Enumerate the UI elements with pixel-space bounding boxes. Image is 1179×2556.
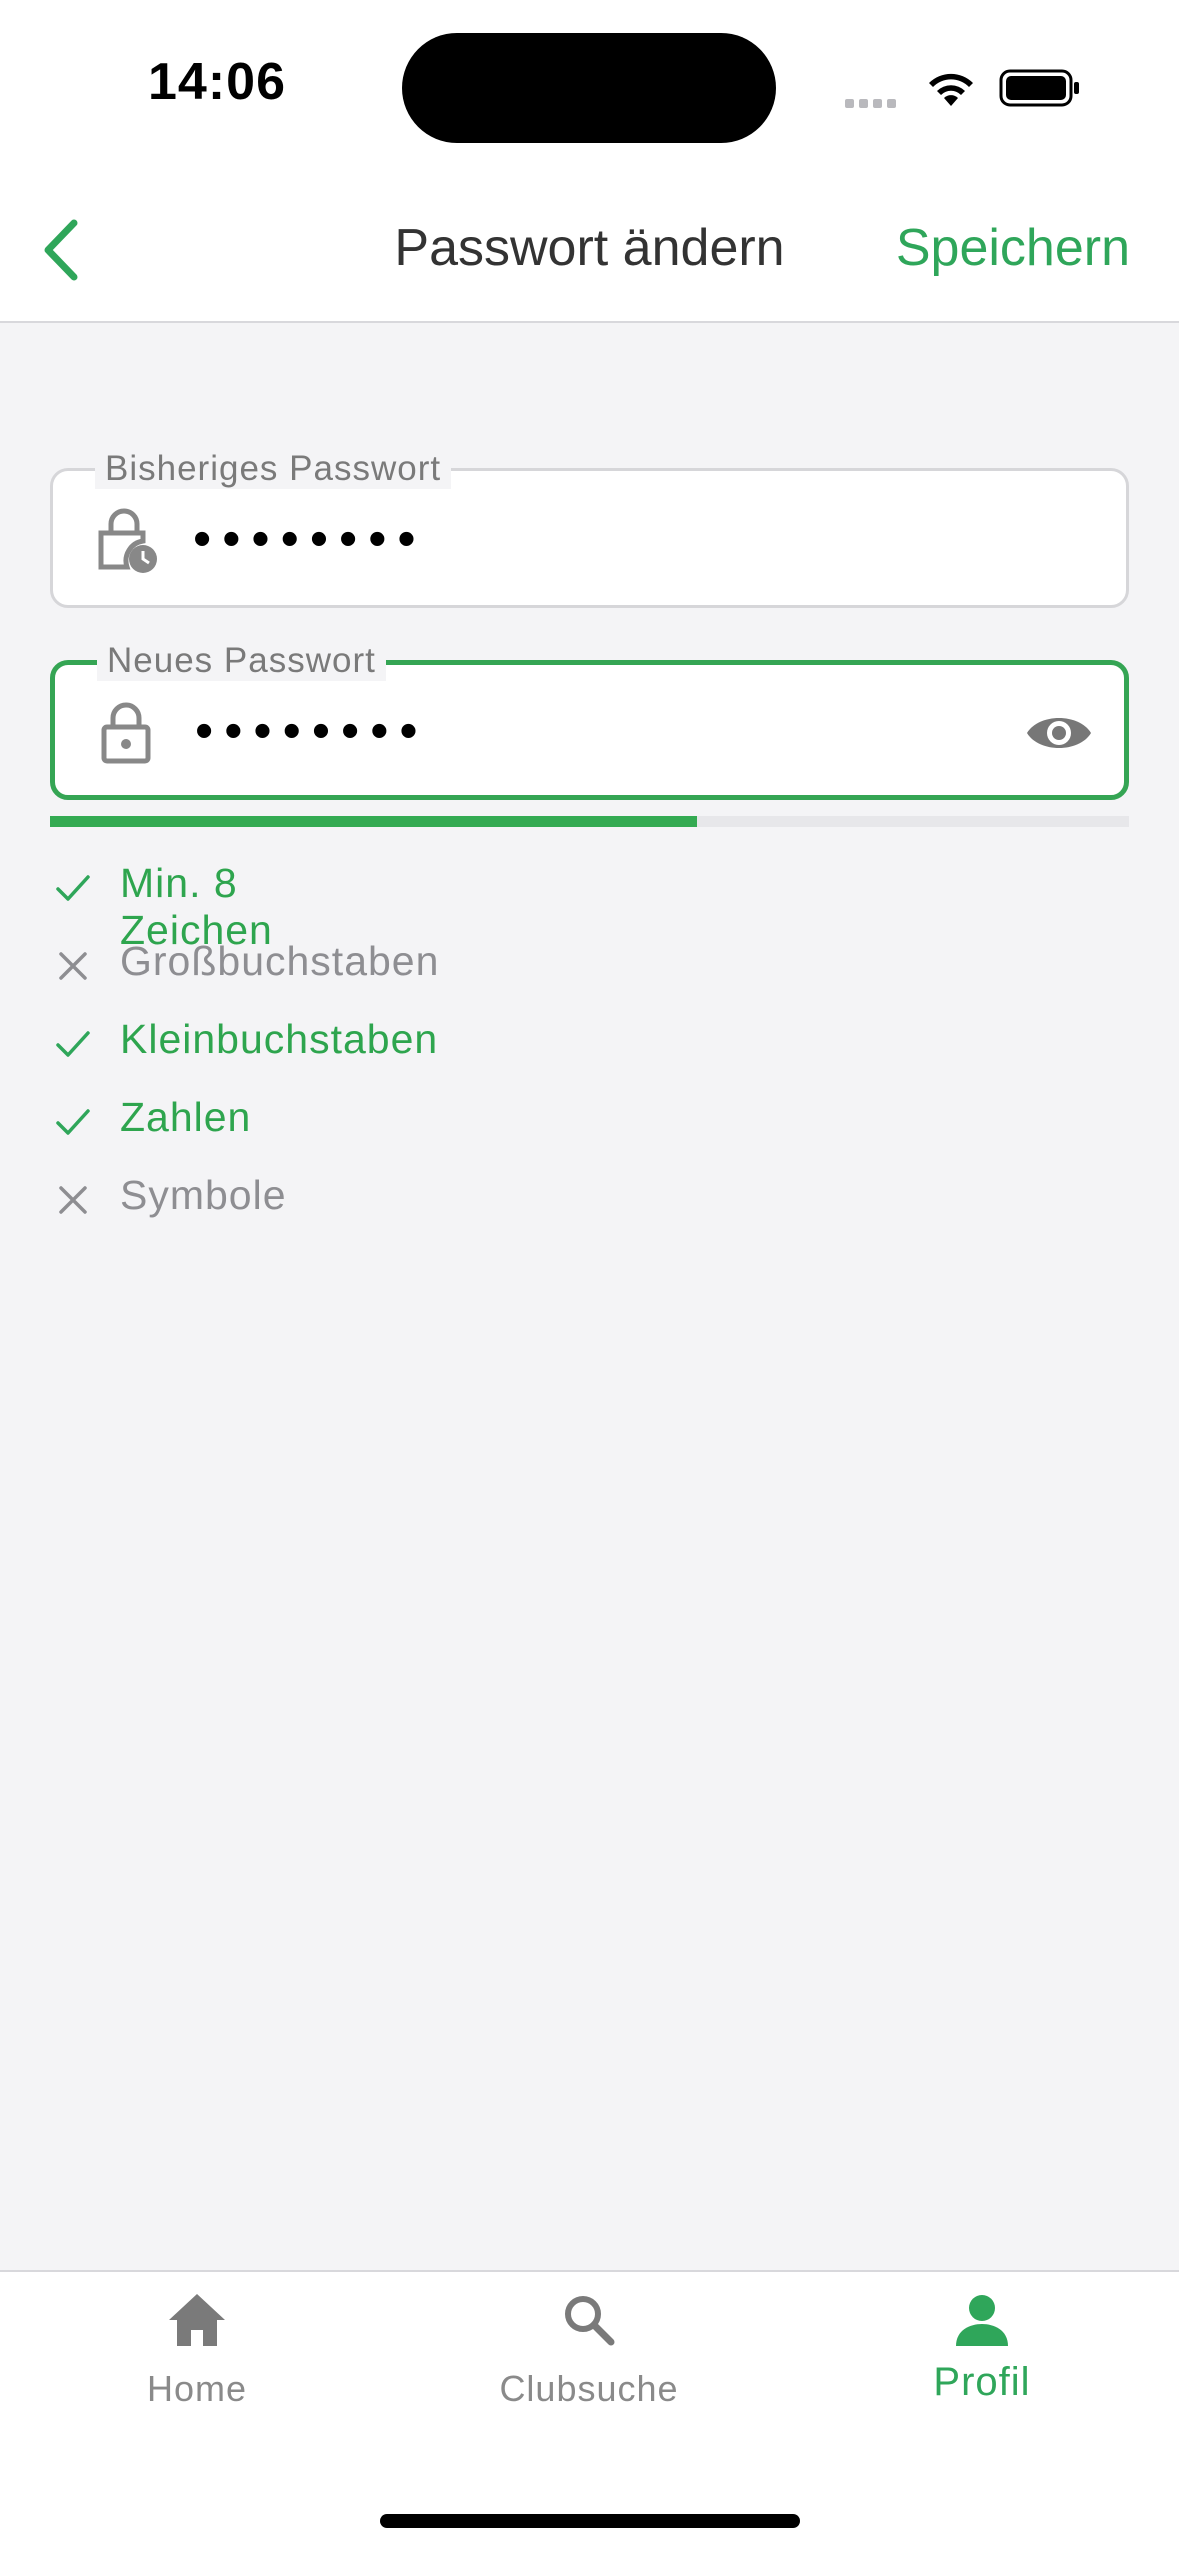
search-icon (565, 2296, 615, 2346)
person-icon (956, 2295, 1008, 2346)
status-time: 14:06 (148, 53, 286, 111)
lock-icon (101, 702, 151, 764)
eye-icon[interactable] (1024, 703, 1094, 763)
dynamic-island (402, 33, 776, 143)
criterion-label: Zahlen (120, 1094, 252, 1140)
password-strength-bar (50, 816, 1129, 827)
current-password-value: •••••••• (193, 510, 427, 568)
cross-icon (59, 952, 87, 980)
cross-icon (59, 1186, 87, 1214)
home-indicator (380, 2514, 800, 2528)
tab-clubsuche[interactable]: Clubsuche (439, 2290, 739, 2410)
check-icon (56, 1031, 90, 1057)
battery-icon (999, 69, 1079, 107)
cellular-signal-icon (845, 95, 901, 113)
check-icon (56, 875, 90, 901)
criterion-label: Kleinbuchstaben (120, 1016, 439, 1062)
current-password-label: Bisheriges Passwort (95, 449, 452, 489)
criterion-label: Großbuchstaben (120, 938, 440, 984)
password-strength-fill (50, 816, 698, 827)
save-button[interactable]: Speichern (896, 218, 1130, 278)
tab-home[interactable]: Home (47, 2290, 347, 2410)
wifi-icon (929, 73, 973, 106)
status-bar: 14:06 (0, 0, 1179, 180)
tab-label: Clubsuche (499, 2368, 679, 2409)
tab-label: Home (146, 2368, 248, 2409)
tab-label: Profil (933, 2360, 1031, 2404)
lock-clock-icon (98, 508, 157, 573)
check-icon (56, 1109, 90, 1135)
tab-profil[interactable]: Profil (832, 2290, 1132, 2405)
current-password-field[interactable]: Bisheriges Passwort •••••••• (50, 449, 1129, 608)
new-password-label: Neues Passwort (97, 641, 386, 681)
home-icon (169, 2294, 225, 2346)
new-password-field[interactable]: Neues Passwort •••••••• (50, 641, 1129, 800)
criterion-label: Symbole (120, 1172, 287, 1218)
new-password-value: •••••••• (195, 702, 429, 760)
